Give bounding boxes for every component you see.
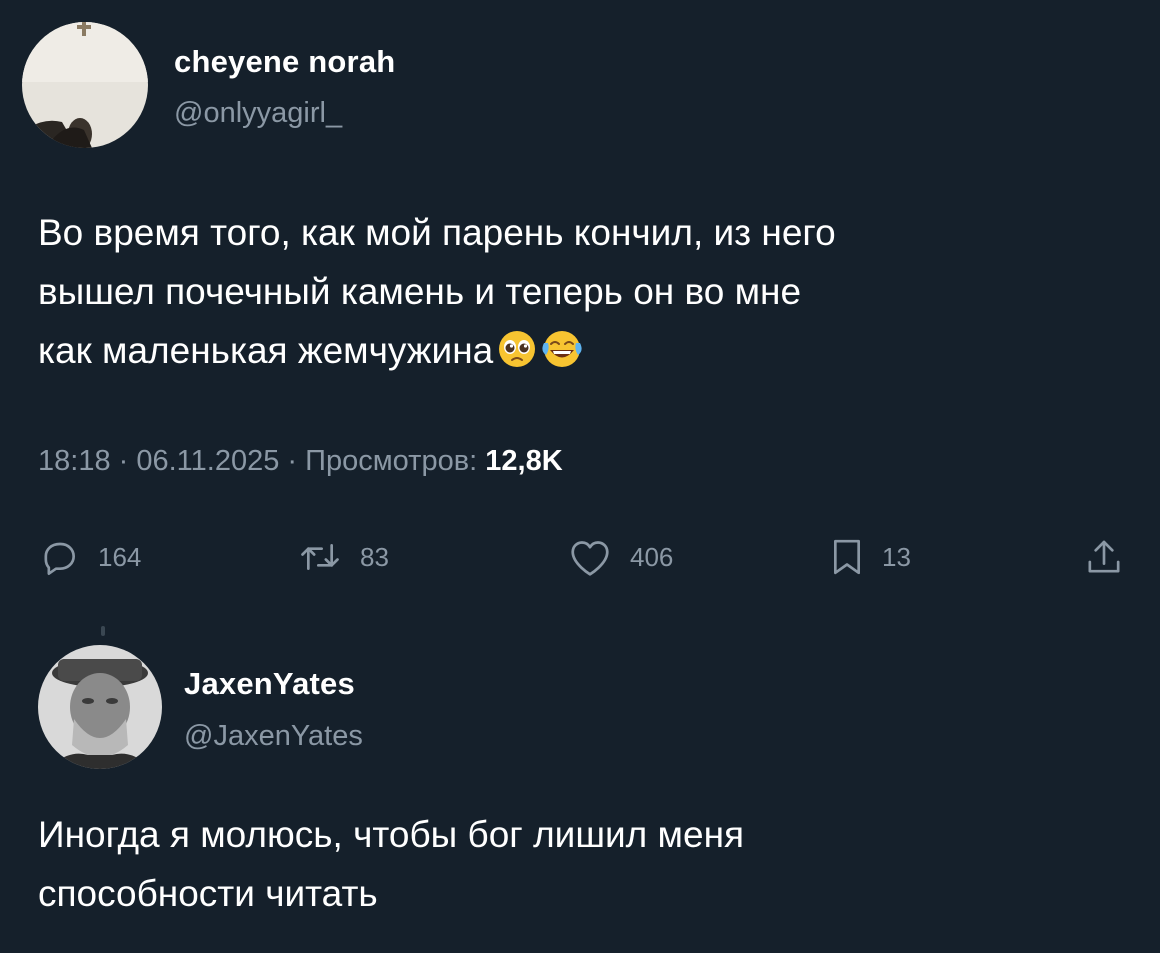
thread-connector (101, 626, 105, 636)
share-button[interactable] (1084, 535, 1124, 579)
reply-text-line: Иногда я молюсь, чтобы бог лишил меня (38, 814, 745, 855)
reply-author-name[interactable]: JaxenYates (184, 666, 355, 702)
reply-text: Иногда я молюсь, чтобы бог лишил меня сп… (38, 805, 744, 923)
author-handle[interactable]: @onlyyagirl_ (174, 97, 342, 130)
reply-count: 164 (98, 541, 142, 572)
reply-author-avatar[interactable] (38, 645, 162, 769)
author-avatar[interactable] (22, 22, 148, 148)
tweet-text: Во время того, как мой парень кончил, из… (38, 203, 836, 386)
reply-icon (40, 537, 80, 577)
tweet-text-line: Во время того, как мой парень кончил, из… (38, 212, 836, 253)
share-icon (1084, 537, 1124, 577)
meta-separator: · (287, 445, 306, 477)
views-label: Просмотров: (305, 445, 478, 477)
tweet-date[interactable]: 06.11.2025 (136, 445, 279, 477)
like-count: 406 (630, 541, 674, 572)
retweet-button[interactable]: 83 (298, 535, 389, 579)
bookmark-icon (830, 537, 864, 577)
views-count: 12,8K (485, 445, 563, 477)
reply-author-handle[interactable]: @JaxenYates (184, 720, 363, 753)
retweet-icon (298, 537, 342, 577)
tweet-time[interactable]: 18:18 (38, 445, 111, 477)
like-button[interactable]: 406 (568, 535, 673, 579)
tears-of-joy-emoji (541, 327, 583, 386)
tweet-meta: 18:18 · 06.11.2025 · Просмотров: 12,8K (38, 445, 563, 478)
tweet-text-line: вышел почечный камень и теперь он во мне (38, 271, 802, 312)
heart-icon (568, 537, 612, 577)
retweet-count: 83 (360, 541, 389, 572)
author-name[interactable]: cheyene norah (174, 44, 395, 80)
bookmark-button[interactable]: 13 (830, 535, 911, 579)
bookmark-count: 13 (882, 541, 911, 572)
tweet-text-line: как маленькая жемчужина (38, 321, 836, 386)
reply-text-line: способности читать (38, 873, 378, 914)
pleading-face-emoji (497, 327, 537, 386)
reply-button[interactable]: 164 (40, 535, 141, 579)
meta-separator: · (118, 445, 137, 477)
